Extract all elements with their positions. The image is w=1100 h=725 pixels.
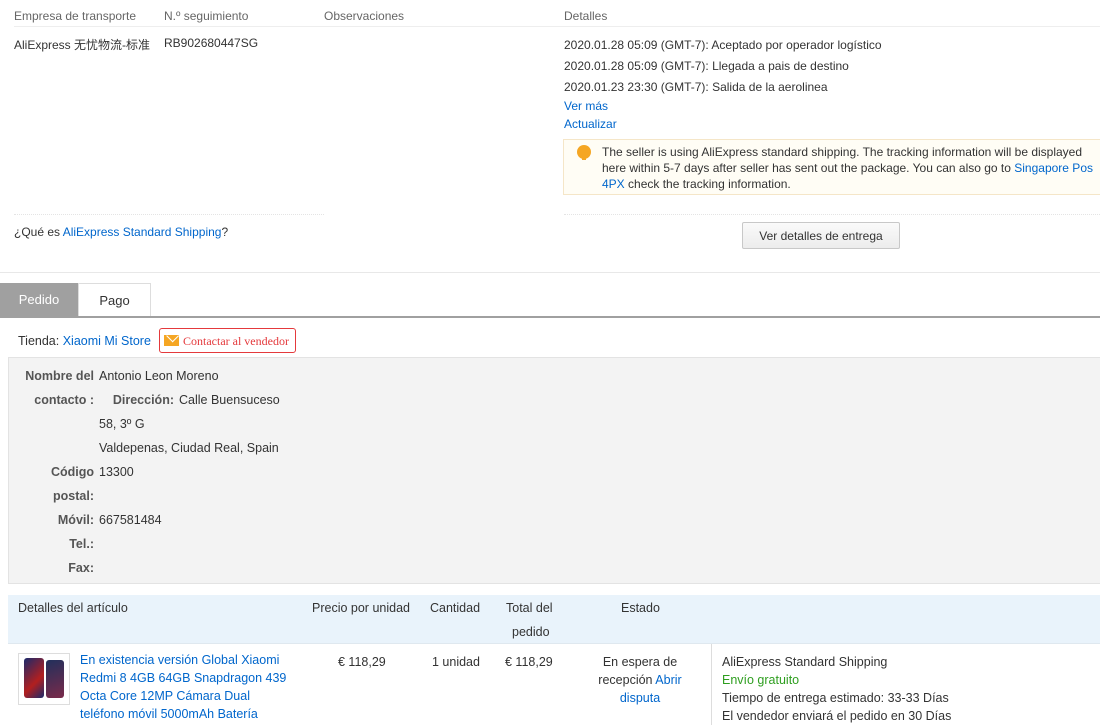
tracking-event: 2020.01.23 23:30 (GMT-7): Salida de la a…: [564, 80, 828, 94]
contact-seller-button[interactable]: Contactar al vendedor: [159, 328, 296, 353]
col-total: Total del: [506, 601, 553, 615]
see-more-link[interactable]: Ver más: [564, 99, 608, 113]
col-total-2: pedido: [512, 625, 550, 639]
header-notes: Observaciones: [324, 9, 405, 23]
name-label: Nombre del: [25, 369, 94, 383]
open-dispute-link-2[interactable]: disputa: [620, 691, 660, 705]
tracking-number: RB902680447SG: [164, 36, 259, 50]
product-title-line[interactable]: En existencia versión Global Xiaomi: [80, 651, 286, 669]
tab-payment[interactable]: Pago: [78, 283, 151, 317]
row-divider: [564, 214, 1100, 216]
what-is-shipping: ¿Qué es AliExpress Standard Shipping?: [14, 225, 228, 239]
shipping-info: AliExpress Standard Shipping Envío gratu…: [722, 653, 951, 725]
4px-link[interactable]: 4PX: [602, 177, 625, 191]
tracking-event: 2020.01.28 05:09 (GMT-7): Aceptado por o…: [564, 38, 882, 52]
notice-line-3: check the tracking information.: [624, 177, 791, 191]
refresh-link[interactable]: Actualizar: [564, 117, 617, 131]
what-is-suffix: ?: [221, 225, 229, 239]
delivery-details-button[interactable]: Ver detalles de entrega: [742, 222, 900, 249]
notice-line-2: here within 5-7 days after seller has se…: [602, 161, 1015, 175]
product-thumbnail[interactable]: [18, 653, 70, 705]
store-link[interactable]: Xiaomi Mi Store: [63, 334, 151, 348]
singapore-post-link[interactable]: Singapore Pos: [1014, 161, 1093, 175]
what-is-text: ¿Qué es: [14, 225, 63, 239]
mobile-label: Móvil:: [57, 513, 94, 527]
product-title-line[interactable]: teléfono móvil 5000mAh Batería: [80, 705, 286, 723]
zip-label: Código: [50, 465, 94, 479]
phone-image: [24, 658, 44, 698]
status-text: En espera de: [602, 655, 678, 669]
header-divider: [14, 26, 1100, 27]
address-line-3: Valdepenas, Ciudad Real, Spain: [99, 441, 279, 455]
product-title-line[interactable]: Octa Core 12MP Cámara Dual: [80, 687, 286, 705]
col-details: Detalles del artículo: [18, 601, 128, 615]
product-title-link[interactable]: En existencia versión Global Xiaomi Redm…: [80, 651, 286, 723]
carrier-name: AliExpress 无忧物流-标准: [14, 38, 151, 52]
open-dispute-link[interactable]: Abrir: [655, 673, 681, 687]
seller-ship-time: El vendedor enviará el pedido en 30 Días: [722, 709, 952, 723]
product-title-line[interactable]: Redmi 8 4GB 64GB Snapdragon 439: [80, 669, 286, 687]
order-total: € 118,29: [505, 655, 553, 669]
store-label: Tienda:: [18, 334, 63, 348]
notice-line-1: The seller is using AliExpress standard …: [602, 145, 1083, 159]
quantity: 1 unidad: [432, 655, 480, 669]
section-divider: [0, 272, 1100, 273]
mobile-number: 667581484: [99, 513, 162, 527]
header-tracking-number: N.º seguimiento: [164, 9, 249, 23]
lightbulb-icon: [577, 145, 591, 160]
table-row-divider: [8, 643, 1100, 644]
tracking-event: 2020.01.28 05:09 (GMT-7): Llegada a pais…: [564, 59, 849, 73]
shipping-address-box: [8, 357, 1100, 584]
status-text-2: recepción: [598, 673, 656, 687]
order-status: En espera de recepción Abrir disputa: [588, 653, 692, 707]
address-line-2: 58, 3º G: [99, 417, 145, 431]
tab-order[interactable]: Pedido: [0, 283, 78, 317]
phone-image-back: [46, 660, 64, 698]
tab-underline: [0, 316, 1100, 318]
column-divider: [711, 644, 712, 725]
header-carrier: Empresa de transporte: [14, 9, 137, 23]
col-quantity: Cantidad: [430, 601, 481, 615]
name-label-2: contacto :: [34, 393, 94, 407]
col-status: Estado: [621, 601, 660, 615]
zip-label-2: postal:: [53, 489, 94, 503]
shipping-notice: The seller is using AliExpress standard …: [563, 139, 1100, 195]
free-shipping-badge: Envío gratuito: [722, 673, 800, 687]
contact-seller-label: Contactar al vendedor: [183, 334, 289, 348]
address-line-1: Calle Buensuceso: [179, 393, 280, 407]
zip-code: 13300: [99, 465, 134, 479]
shipping-method: AliExpress Standard Shipping: [722, 655, 888, 669]
estimated-delivery: Tiempo de entrega estimado: 33-33 Días: [722, 691, 949, 705]
tel-label: Tel.:: [69, 537, 94, 551]
contact-name: Antonio Leon Moreno: [99, 369, 219, 383]
fax-label: Fax:: [68, 561, 94, 575]
header-details: Detalles: [564, 9, 608, 23]
mail-icon: [164, 335, 179, 346]
row-divider: [14, 214, 324, 216]
address-label: Dirección:: [112, 393, 174, 407]
standard-shipping-link[interactable]: AliExpress Standard Shipping: [63, 225, 222, 239]
items-table-header: [8, 595, 1100, 644]
unit-price: € 118,29: [338, 655, 386, 669]
col-unit-price: Precio por unidad: [312, 601, 410, 615]
store-row: Tienda: Xiaomi Mi Store: [18, 334, 151, 348]
